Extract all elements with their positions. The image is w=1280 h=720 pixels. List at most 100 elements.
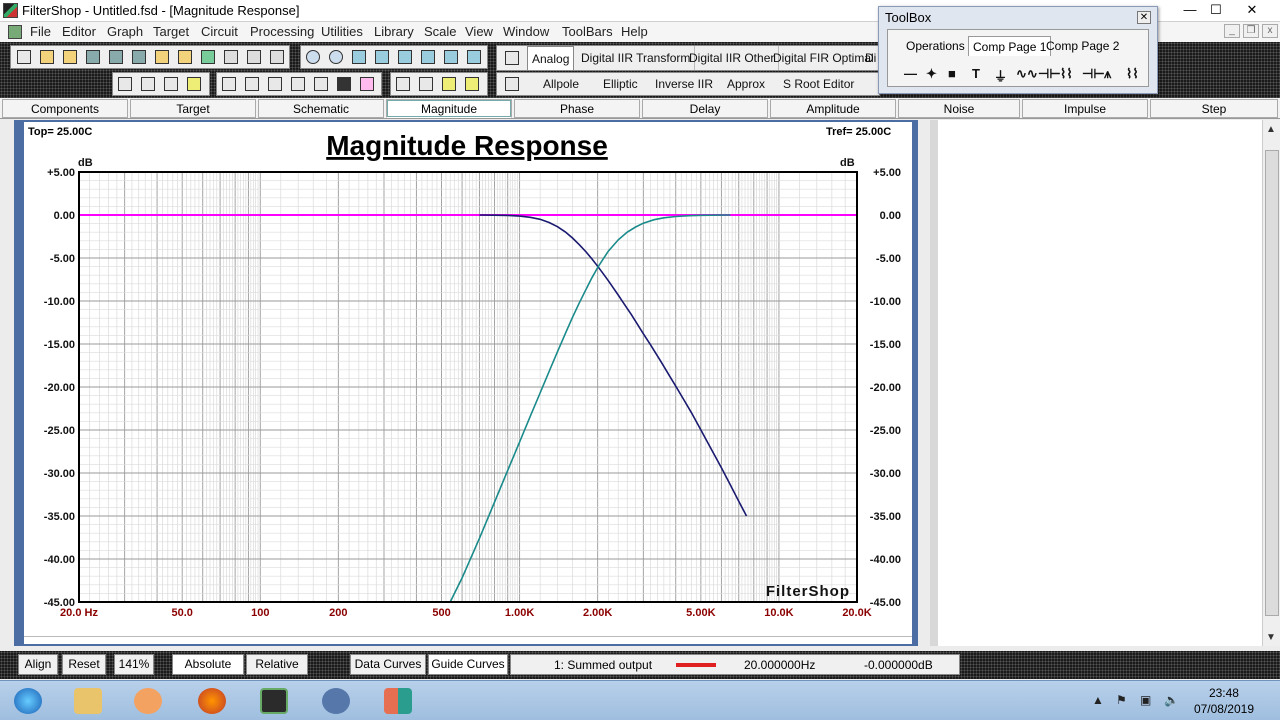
- new-file-icon[interactable]: [15, 48, 33, 66]
- menu-help[interactable]: Help: [621, 24, 648, 39]
- pole-zero-icon[interactable]: [394, 75, 412, 93]
- elliptic-button[interactable]: Elliptic: [603, 77, 638, 91]
- opamp-icon[interactable]: ⩚: [1104, 66, 1111, 82]
- tab-digital-iir-transform[interactable]: Digital IIR Transform: [577, 46, 696, 70]
- import-icon[interactable]: [153, 48, 171, 66]
- open-file-icon[interactable]: [38, 48, 56, 66]
- node-icon[interactable]: ✦: [926, 66, 937, 82]
- magnitude-chart[interactable]: Top= 25.00C Tref= 25.00C Magnitude Respo…: [24, 122, 912, 636]
- tab-amplitude[interactable]: Amplitude: [770, 99, 896, 118]
- save-all-icon[interactable]: [130, 48, 148, 66]
- menu-editor[interactable]: Editor: [62, 24, 96, 39]
- menu-file[interactable]: File: [30, 24, 51, 39]
- library-save-icon[interactable]: [199, 48, 217, 66]
- windows-app-task-icon[interactable]: [370, 682, 426, 720]
- start-button[interactable]: [0, 682, 56, 720]
- tab-schematic[interactable]: Schematic: [258, 99, 384, 118]
- document-icon[interactable]: [8, 25, 22, 39]
- firefox-task-icon[interactable]: [184, 682, 240, 720]
- tab-delay[interactable]: Delay: [642, 99, 768, 118]
- tab-phase[interactable]: Phase: [514, 99, 640, 118]
- tab-impulse[interactable]: Impulse: [1022, 99, 1148, 118]
- wire-icon[interactable]: —: [904, 66, 917, 81]
- save-as-icon[interactable]: [107, 48, 125, 66]
- zoom-y-out-icon[interactable]: [419, 48, 437, 66]
- print-setup-icon[interactable]: [222, 48, 240, 66]
- media-player-task-icon[interactable]: [120, 682, 176, 720]
- zoom-out-icon[interactable]: [327, 48, 345, 66]
- calculator-alt-icon[interactable]: [503, 75, 521, 93]
- menu-library[interactable]: Library: [374, 24, 414, 39]
- print-preview-icon[interactable]: [268, 48, 286, 66]
- circuit-5-icon[interactable]: [312, 75, 330, 93]
- export-icon[interactable]: [176, 48, 194, 66]
- tab-noise[interactable]: Noise: [898, 99, 1020, 118]
- zoom-x-out-icon[interactable]: [373, 48, 391, 66]
- capacitor-icon[interactable]: ⊣⊢: [1038, 66, 1061, 82]
- toolbox-tab-comp-page-2[interactable]: Comp Page 2: [1042, 36, 1123, 56]
- mdi-close-button[interactable]: x: [1262, 24, 1278, 38]
- tab-components[interactable]: Components: [2, 99, 128, 118]
- flag-icon[interactable]: ⚑: [1116, 693, 1127, 707]
- calculator-icon[interactable]: [503, 49, 521, 67]
- graph-4-icon[interactable]: [185, 75, 203, 93]
- vertical-scrollbar[interactable]: ▲ ▼: [1262, 120, 1280, 646]
- data-curves-button[interactable]: Data Curves: [350, 654, 426, 675]
- circuit-2-icon[interactable]: [243, 75, 261, 93]
- transformer-icon[interactable]: ⌇⌇: [1126, 66, 1139, 82]
- tab-digital-iir-other[interactable]: Digital IIR Other: [685, 46, 780, 70]
- grid-icon[interactable]: [442, 48, 460, 66]
- inverse-iir-button[interactable]: Inverse IIR: [655, 77, 713, 91]
- sun-alt-icon[interactable]: [463, 75, 481, 93]
- menu-target[interactable]: Target: [153, 24, 189, 39]
- scope-app-task-icon[interactable]: [246, 682, 302, 720]
- explorer-task-icon[interactable]: [60, 682, 116, 720]
- text-icon[interactable]: T: [972, 66, 980, 81]
- scroll-down-icon[interactable]: ▼: [1266, 632, 1276, 643]
- sun-icon[interactable]: [440, 75, 458, 93]
- menu-graph[interactable]: Graph: [107, 24, 143, 39]
- ground-icon[interactable]: ⏚: [994, 66, 1007, 85]
- relative-button[interactable]: Relative: [246, 654, 308, 675]
- menu-window[interactable]: Window: [503, 24, 549, 39]
- menu-toolbars[interactable]: ToolBars: [562, 24, 613, 39]
- toolbox-close-button[interactable]: ✕: [1137, 11, 1151, 24]
- align-button[interactable]: Align: [18, 654, 58, 675]
- filtershop-task-icon[interactable]: [308, 682, 364, 720]
- clock[interactable]: 23:48 07/08/2019: [1194, 685, 1254, 717]
- filter-icon[interactable]: [417, 75, 435, 93]
- circuit-3-icon[interactable]: [266, 75, 284, 93]
- print-icon[interactable]: [245, 48, 263, 66]
- graduation-cap-icon[interactable]: [335, 75, 353, 93]
- s-root-editor-button[interactable]: S Root Editor: [783, 77, 854, 91]
- mdi-restore-button[interactable]: ❐: [1243, 24, 1259, 38]
- zoom-y-in-icon[interactable]: [396, 48, 414, 66]
- allpole-button[interactable]: Allpole: [543, 77, 579, 91]
- graph-2-icon[interactable]: [139, 75, 157, 93]
- maximize-button[interactable]: ☐: [1202, 0, 1230, 20]
- tab-analog[interactable]: Analog: [527, 46, 575, 70]
- save-icon[interactable]: [84, 48, 102, 66]
- circuit-1-icon[interactable]: [220, 75, 238, 93]
- menu-utilities[interactable]: Utilities: [321, 24, 363, 39]
- menu-view[interactable]: View: [465, 24, 493, 39]
- tab-target[interactable]: Target: [130, 99, 256, 118]
- graph-3-icon[interactable]: [162, 75, 180, 93]
- volume-icon[interactable]: 🔈: [1164, 693, 1179, 707]
- magnitude-plot-panel[interactable]: Top= 25.00C Tref= 25.00C Magnitude Respo…: [24, 122, 912, 636]
- mdi-minimize-button[interactable]: _: [1224, 24, 1240, 38]
- crystal-icon[interactable]: ⊣⊢: [1082, 66, 1105, 82]
- inductor-icon[interactable]: ⌇⌇: [1060, 66, 1073, 82]
- toolbox-tab-operations[interactable]: Operations: [902, 36, 969, 56]
- guide-curves-button[interactable]: Guide Curves: [428, 654, 508, 675]
- reset-button[interactable]: Reset: [62, 654, 106, 675]
- open-folder-icon[interactable]: [61, 48, 79, 66]
- tab-step[interactable]: Step: [1150, 99, 1278, 118]
- network-icon[interactable]: ▣: [1140, 693, 1151, 707]
- close-button[interactable]: ✕: [1238, 0, 1266, 20]
- tab-magnitude[interactable]: Magnitude: [386, 99, 512, 118]
- circuit-4-icon[interactable]: [289, 75, 307, 93]
- sum-icon[interactable]: [358, 75, 376, 93]
- scroll-up-icon[interactable]: ▲: [1266, 124, 1276, 135]
- zoom-in-icon[interactable]: [304, 48, 322, 66]
